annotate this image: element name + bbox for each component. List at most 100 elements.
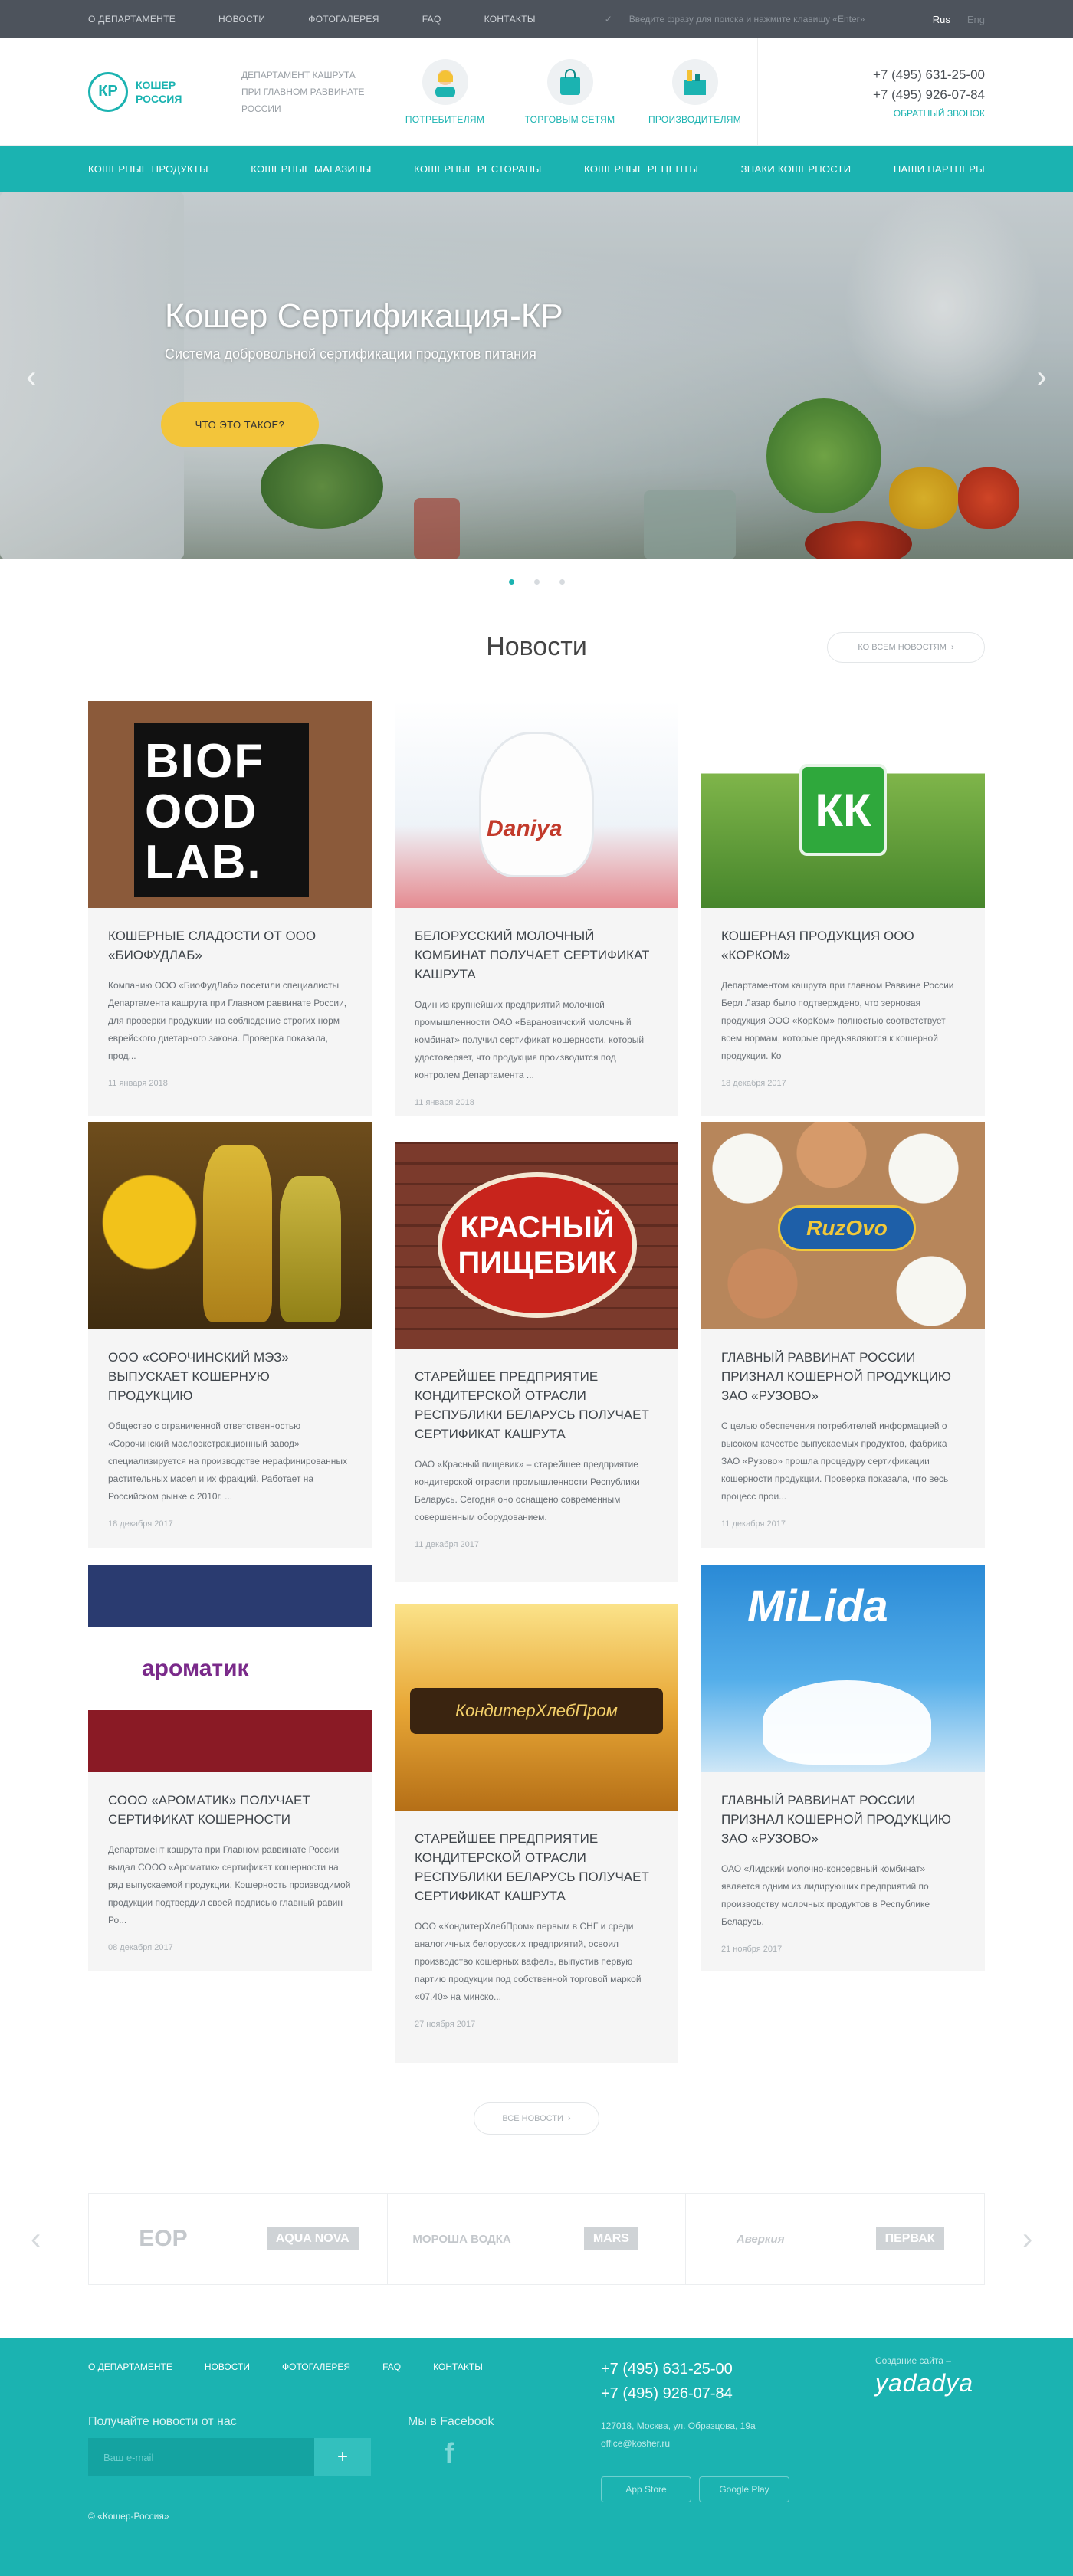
news-excerpt: Департаментом кашрута при главном Раввин… (721, 980, 954, 1061)
top-link-faq[interactable]: FAQ (422, 14, 441, 25)
news-title[interactable]: КОШЕРНЫЕ СЛАДОСТИ ОТ ООО «БИОФУДЛАБ» (108, 926, 352, 965)
news-card[interactable]: КРАСНЫЙ ПИЩЕВИК СТАРЕЙШЕЕ ПРЕДПРИЯТИЕ КО… (395, 1142, 678, 1582)
top-link-department[interactable]: О ДЕПАРТАМЕНТЕ (88, 14, 176, 25)
news-card[interactable]: Daniya БЕЛОРУССКИЙ МОЛОЧНЫЙ КОМБИНАТ ПОЛ… (395, 701, 678, 1116)
footer-link-gallery[interactable]: ФОТОГАЛЕРЕЯ (282, 2361, 350, 2372)
nav-kosher-recipes[interactable]: КОШЕРНЫЕ РЕЦЕПТЫ (584, 163, 698, 175)
nav-partners[interactable]: НАШИ ПАРТНЕРЫ (894, 163, 985, 175)
footer-link-department[interactable]: О ДЕПАРТАМЕНТЕ (88, 2361, 172, 2372)
nav-kosher-restaurants[interactable]: КОШЕРНЫЕ РЕСТОРАНЫ (414, 163, 542, 175)
news-image-logo: КондитерХлебПром (410, 1688, 663, 1734)
factory-icon (671, 58, 718, 105)
news-title[interactable]: ГЛАВНЫЙ РАВВИНАТ РОССИИ ПРИЗНАЛ КОШЕРНОЙ… (721, 1348, 965, 1405)
partner-logo[interactable]: МОРОША ВОДКА (388, 2194, 537, 2284)
lang-rus[interactable]: Rus (933, 14, 950, 25)
news-image-logo: Daniya (487, 816, 563, 841)
news-excerpt: Департамент кашрута при Главном раввинат… (108, 1844, 351, 1925)
site-logo[interactable]: КР КОШЕР РОССИЯ (88, 71, 218, 112)
header-phone-1[interactable]: +7 (495) 631-25-00 (873, 65, 985, 85)
slider-dot-2[interactable] (533, 579, 540, 585)
news-date: 18 декабря 2017 (108, 1519, 173, 1529)
news-excerpt: ОАО «Лидский молочно-консервный комбинат… (721, 1863, 930, 1927)
news-title[interactable]: ГЛАВНЫЙ РАВВИНАТ РОССИИ ПРИЗНАЛ КОШЕРНОЙ… (721, 1791, 965, 1848)
callback-link[interactable]: ОБРАТНЫЙ ЗВОНОК (873, 108, 985, 119)
shopping-bag-icon (546, 58, 593, 105)
news-card[interactable]: BIOF OOD LAB. КОШЕРНЫЕ СЛАДОСТИ ОТ ООО «… (88, 701, 372, 1116)
news-date: 27 ноября 2017 (415, 2020, 476, 2029)
news-date: 11 декабря 2017 (721, 1519, 786, 1529)
news-card[interactable]: КК КОШЕРНАЯ ПРОДУКЦИЯ ООО «КОРКОМ» Депар… (701, 701, 985, 1116)
footer-email[interactable]: office@kosher.ru (601, 2435, 756, 2453)
nav-kosher-stores[interactable]: КОШЕРНЫЕ МАГАЗИНЫ (251, 163, 371, 175)
developer-brand-logo[interactable]: yadadya (875, 2369, 973, 2397)
news-title[interactable]: БЕЛОРУССКИЙ МОЛОЧНЫЙ КОМБИНАТ ПОЛУЧАЕТ С… (415, 926, 658, 984)
news-date: 21 ноября 2017 (721, 1945, 783, 1954)
news-image-logo: КРАСНЫЙ ПИЩЕВИК (438, 1172, 637, 1318)
news-title[interactable]: СТАРЕЙШЕЕ ПРЕДПРИЯТИЕ КОНДИТЕРСКОЙ ОТРАС… (415, 1367, 658, 1444)
category-retail[interactable]: ТОРГОВЫМ СЕТЯМ (507, 38, 632, 146)
news-title[interactable]: ООО «СОРОЧИНСКИЙ МЭЗ» ВЫПУСКАЕТ КОШЕРНУЮ… (108, 1348, 352, 1405)
search-field[interactable]: ✓ Введите фразу для поиска и нажмите кла… (605, 14, 904, 25)
app-store-badge[interactable]: App Store (601, 2476, 691, 2502)
footer-link-contacts[interactable]: КОНТАКТЫ (433, 2361, 483, 2372)
partner-logo[interactable]: MARS (536, 2194, 687, 2284)
footer-link-faq[interactable]: FAQ (382, 2361, 401, 2372)
news-title[interactable]: СООО «АРОМАТИК» ПОЛУЧАЕТ СЕРТИФИКАТ КОШЕ… (108, 1791, 352, 1829)
search-icon: ✓ (604, 14, 612, 25)
news-image: BIOF OOD LAB. (88, 701, 372, 908)
news-card[interactable]: ООО «СОРОЧИНСКИЙ МЭЗ» ВЫПУСКАЕТ КОШЕРНУЮ… (88, 1122, 372, 1548)
category-consumers[interactable]: ПОТРЕБИТЕЛЯМ (382, 38, 507, 146)
slider-dots (0, 579, 1073, 585)
nav-kosher-signs[interactable]: ЗНАКИ КОШЕРНОСТИ (741, 163, 852, 175)
consumer-icon (422, 58, 468, 105)
news-card[interactable]: ароматик СООО «АРОМАТИК» ПОЛУЧАЕТ СЕРТИФ… (88, 1565, 372, 1971)
news-image-logo: BIOF OOD LAB. (134, 723, 309, 897)
subscribe-button[interactable]: + (314, 2438, 371, 2476)
partners-prev-arrow-icon[interactable]: ‹ (31, 2222, 41, 2256)
news-title[interactable]: КОШЕРНАЯ ПРОДУКЦИЯ ООО «КОРКОМ» (721, 926, 965, 965)
news-card[interactable]: RuzOvo ГЛАВНЫЙ РАВВИНАТ РОССИИ ПРИЗНАЛ К… (701, 1122, 985, 1548)
partner-logo[interactable]: EOP (89, 2194, 238, 2284)
hero-prev-arrow-icon[interactable]: ‹ (26, 360, 36, 395)
category-producers[interactable]: ПРОИЗВОДИТЕЛЯМ (632, 38, 757, 146)
oil-bottle-1 (203, 1145, 272, 1322)
news-card[interactable]: КондитерХлебПром СТАРЕЙШЕЕ ПРЕДПРИЯТИЕ К… (395, 1604, 678, 2063)
partners-next-arrow-icon[interactable]: › (1022, 2222, 1032, 2256)
header-phone-2[interactable]: +7 (495) 926-07-84 (873, 85, 985, 105)
audience-categories: ПОТРЕБИТЕЛЯМ ТОРГОВЫМ СЕТЯМ ПРОИЗВОДИТЕЛ… (382, 38, 758, 146)
facebook-icon[interactable]: f (445, 2438, 454, 2471)
milk-jug (479, 732, 594, 877)
subscribe-email-input[interactable]: Ваш e-mail (88, 2438, 314, 2476)
hero-what-is-it-button[interactable]: ЧТО ЭТО ТАКОЕ? (161, 402, 319, 447)
footer-phone-2[interactable]: +7 (495) 926-07-84 (601, 2381, 733, 2406)
all-news-button[interactable]: КО ВСЕМ НОВОСТЯМ › (827, 632, 985, 663)
news-date: 18 декабря 2017 (721, 1079, 786, 1088)
partner-logo[interactable]: Аверкия (686, 2194, 836, 2284)
all-news-bottom-button[interactable]: ВСЕ НОВОСТИ › (474, 2102, 599, 2135)
partner-logo[interactable]: ПЕРВАК (835, 2194, 984, 2284)
hero-next-arrow-icon[interactable]: › (1037, 360, 1047, 395)
partner-name: AQUA NOVA (266, 2227, 359, 2250)
oil-bottle-2 (280, 1176, 341, 1322)
partner-name: ПЕРВАК (875, 2227, 944, 2250)
lang-eng[interactable]: Eng (967, 14, 985, 25)
all-news-bottom-label: ВСЕ НОВОСТИ (502, 2114, 563, 2123)
hero-overlay (0, 192, 1073, 559)
partner-logo[interactable]: AQUA NOVA (238, 2194, 388, 2284)
news-title[interactable]: СТАРЕЙШЕЕ ПРЕДПРИЯТИЕ КОНДИТЕРСКОЙ ОТРАС… (415, 1829, 658, 1906)
footer-link-news[interactable]: НОВОСТИ (205, 2361, 250, 2372)
top-link-news[interactable]: НОВОСТИ (218, 14, 265, 25)
news-date: 11 января 2018 (415, 1098, 474, 1107)
news-image: КРАСНЫЙ ПИЩЕВИК (395, 1142, 678, 1349)
department-description: ДЕПАРТАМЕНТ КАШРУТА ПРИ ГЛАВНОМ РАВВИНАТ… (241, 69, 365, 114)
footer-phone-1[interactable]: +7 (495) 631-25-00 (601, 2357, 733, 2381)
nav-kosher-products[interactable]: КОШЕРНЫЕ ПРОДУКТЫ (88, 163, 208, 175)
google-play-badge[interactable]: Google Play (699, 2476, 789, 2502)
footer-phones: +7 (495) 631-25-00 +7 (495) 926-07-84 (601, 2357, 733, 2406)
slider-dot-3[interactable] (559, 579, 565, 585)
top-link-gallery[interactable]: ФОТОГАЛЕРЕЯ (308, 14, 379, 25)
search-placeholder[interactable]: Введите фразу для поиска и нажмите клави… (629, 14, 865, 25)
top-link-contacts[interactable]: КОНТАКТЫ (484, 14, 536, 25)
slider-dot-1[interactable] (508, 579, 514, 585)
news-card[interactable]: MiLida ГЛАВНЫЙ РАВВИНАТ РОССИИ ПРИЗНАЛ К… (701, 1565, 985, 1971)
